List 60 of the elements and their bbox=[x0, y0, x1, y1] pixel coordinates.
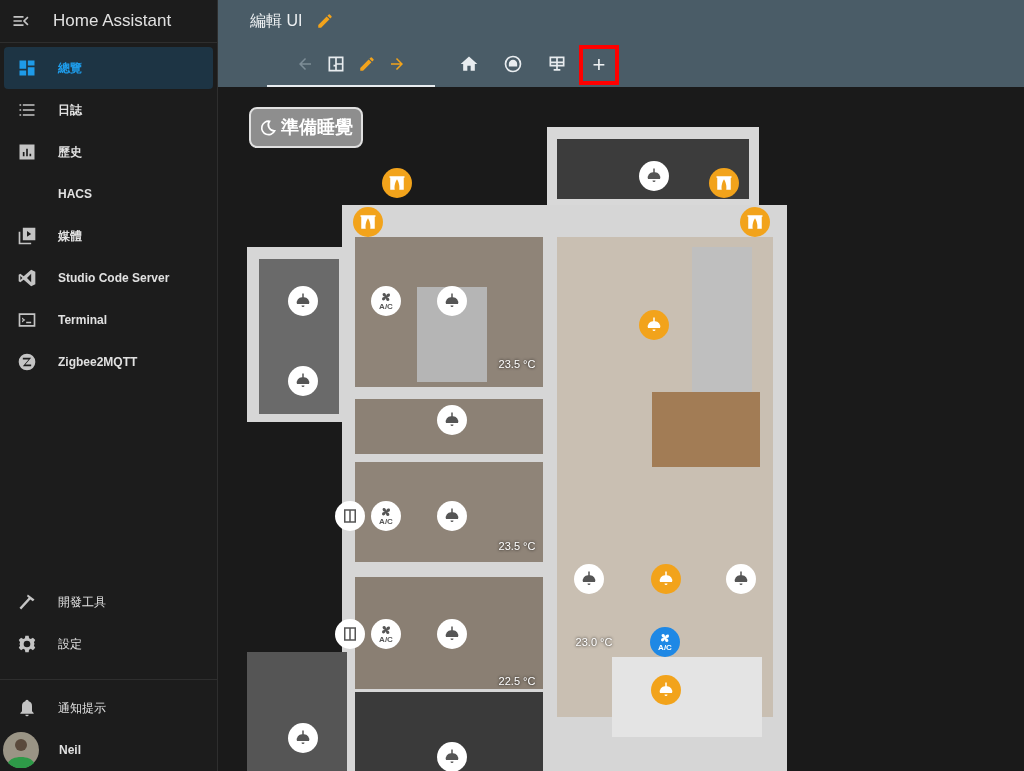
add-tab-button[interactable]: + bbox=[579, 44, 619, 85]
sidebar-item[interactable]: HACS bbox=[4, 173, 213, 215]
play-icon bbox=[17, 226, 37, 246]
temperature-label: 23.5 °C bbox=[498, 538, 536, 554]
terminal-icon bbox=[17, 310, 37, 330]
zigbee-icon bbox=[17, 352, 37, 372]
sidebar-item[interactable]: 開發工具 bbox=[4, 581, 213, 623]
robot-vacuum-icon bbox=[503, 53, 523, 74]
fan-icon bbox=[380, 291, 392, 303]
lamp-icon bbox=[657, 681, 675, 699]
pencil-icon[interactable] bbox=[316, 12, 335, 30]
door-icon bbox=[341, 507, 359, 525]
pencil-icon[interactable] bbox=[358, 54, 376, 73]
dashboard-icon bbox=[17, 58, 37, 78]
avatar[interactable] bbox=[3, 732, 39, 768]
curtain-icon bbox=[746, 213, 764, 231]
door-button[interactable] bbox=[335, 501, 365, 531]
app-title: Home Assistant bbox=[53, 10, 172, 33]
bell-icon bbox=[17, 698, 37, 718]
moon-icon bbox=[259, 118, 277, 137]
lamp-icon bbox=[294, 292, 312, 310]
hammer-icon bbox=[17, 592, 37, 612]
lamp-icon bbox=[645, 167, 663, 185]
lamp-icon bbox=[580, 570, 598, 588]
sidebar-item[interactable]: Terminal bbox=[4, 299, 213, 341]
lamp-icon bbox=[657, 570, 675, 588]
sidebar-item[interactable]: 設定 bbox=[4, 623, 213, 665]
sidebar-item[interactable]: 日誌 bbox=[4, 89, 213, 131]
lamp-icon bbox=[443, 507, 461, 525]
lamp-icon bbox=[732, 570, 750, 588]
sidebar-item[interactable]: 歷史 bbox=[4, 131, 213, 173]
temperature-label: 23.0 °C bbox=[575, 634, 613, 650]
door-icon bbox=[341, 625, 359, 643]
fan-icon bbox=[659, 632, 671, 644]
sidebar-item[interactable]: 總覽 bbox=[4, 47, 213, 89]
lamp-icon bbox=[443, 625, 461, 643]
curtain-icon bbox=[388, 174, 406, 192]
lamp-icon bbox=[443, 748, 461, 766]
notifications-item[interactable]: 通知提示 bbox=[4, 687, 213, 729]
code-editor-icon bbox=[17, 268, 37, 288]
lamp-icon bbox=[294, 372, 312, 390]
chart-icon bbox=[17, 142, 37, 162]
door-button[interactable] bbox=[335, 619, 365, 649]
user-name: Neil bbox=[59, 742, 81, 759]
fan-icon bbox=[380, 624, 392, 636]
curtain-icon bbox=[359, 213, 377, 231]
sidebar-item[interactable]: Studio Code Server bbox=[4, 257, 213, 299]
settings-icon bbox=[17, 634, 37, 654]
sidebar-item[interactable]: 媒體 bbox=[4, 215, 213, 257]
lamp-icon bbox=[645, 316, 663, 334]
lamp-icon bbox=[443, 292, 461, 310]
lamp-icon bbox=[294, 729, 312, 747]
curtain-button[interactable] bbox=[382, 168, 412, 198]
curtain-icon bbox=[715, 174, 733, 192]
temperature-label: 23.5 °C bbox=[498, 356, 536, 372]
edit-title: 編輯 UI bbox=[250, 11, 303, 31]
lamp-icon bbox=[443, 411, 461, 429]
sidebar-item[interactable]: Zigbee2MQTT bbox=[4, 341, 213, 383]
temperature-label: 22.5 °C bbox=[498, 673, 536, 689]
fan-icon bbox=[380, 506, 392, 518]
